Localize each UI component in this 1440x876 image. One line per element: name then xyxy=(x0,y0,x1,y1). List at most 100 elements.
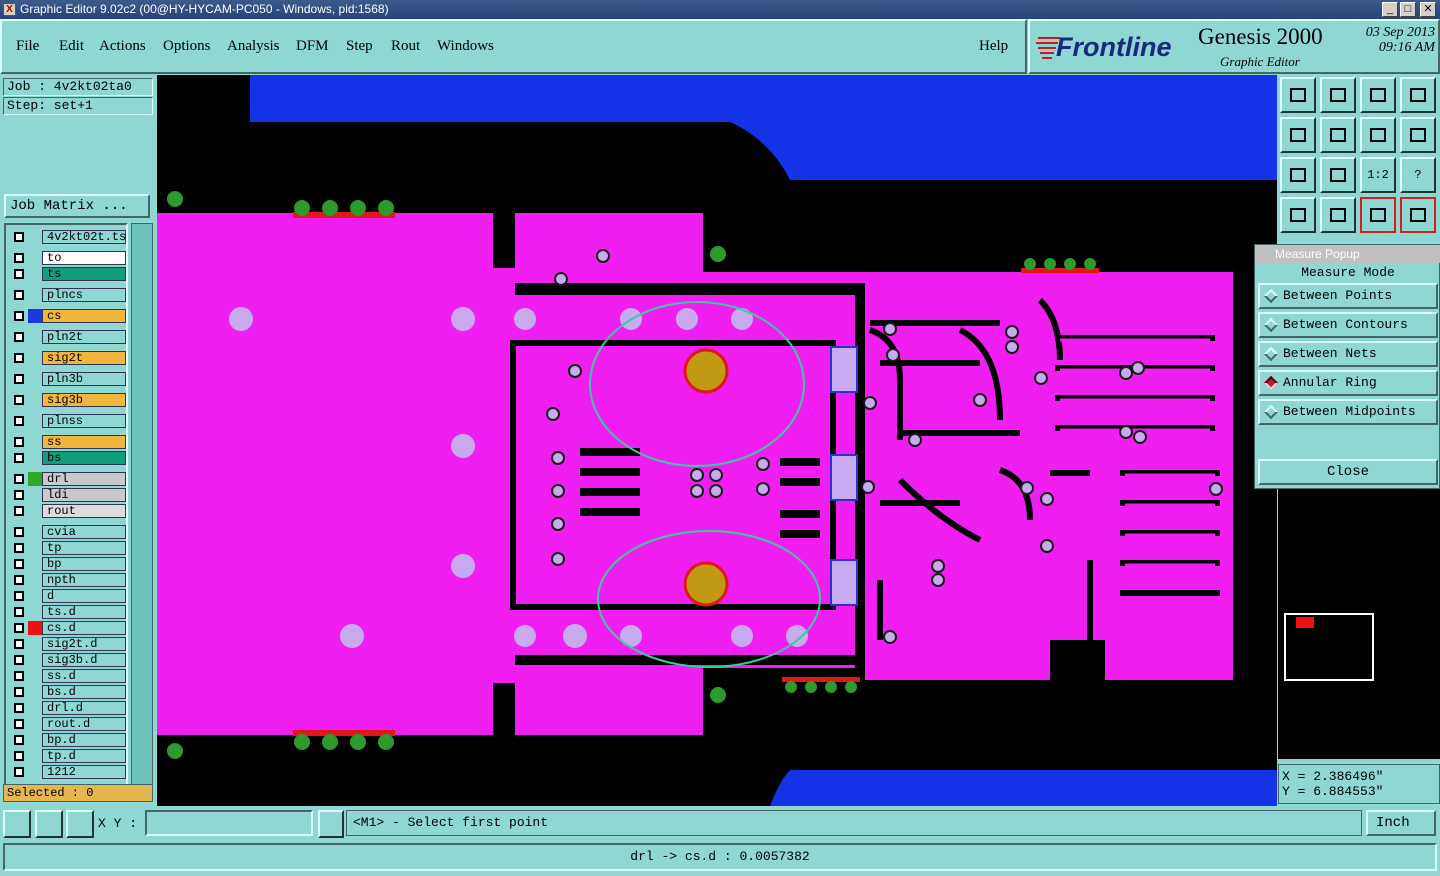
maximize-button[interactable]: □ xyxy=(1400,2,1416,17)
net-b-icon[interactable] xyxy=(1400,197,1436,233)
help-icon[interactable]: ? xyxy=(1400,157,1436,193)
layer-row[interactable]: bp.d xyxy=(9,733,127,747)
layer-row[interactable]: tp.d xyxy=(9,749,127,763)
pan-left-icon[interactable] xyxy=(1280,117,1316,153)
layer-checkbox[interactable] xyxy=(14,474,24,484)
layer-checkbox[interactable] xyxy=(14,703,24,713)
layer-checkbox[interactable] xyxy=(14,374,24,384)
menu-windows[interactable]: Windows xyxy=(437,38,494,55)
menu-file[interactable]: File xyxy=(16,38,39,55)
layer-row[interactable]: ts.d xyxy=(9,605,127,619)
menu-rout[interactable]: Rout xyxy=(391,38,420,55)
layer-checkbox[interactable] xyxy=(14,751,24,761)
layer-row[interactable]: plnss xyxy=(9,414,127,428)
snap-icon[interactable] xyxy=(1320,197,1356,233)
job-matrix-button[interactable]: Job Matrix ... xyxy=(4,194,150,218)
measure-option[interactable]: Between Contours xyxy=(1258,312,1438,338)
pan-right-icon[interactable] xyxy=(1320,117,1356,153)
layer-checkbox[interactable] xyxy=(14,269,24,279)
split-view-icon[interactable] xyxy=(1400,77,1436,113)
net-a-icon[interactable] xyxy=(1360,197,1396,233)
page-down-icon[interactable] xyxy=(1320,77,1356,113)
measure-option[interactable]: Annular Ring xyxy=(1258,370,1438,396)
layer-checkbox[interactable] xyxy=(14,437,24,447)
window-titlebar[interactable]: X Graphic Editor 9.02c2 (00@HY-HYCAM-PC0… xyxy=(0,0,1440,19)
menu-actions[interactable]: Actions xyxy=(99,38,146,55)
input-toggle-icon[interactable] xyxy=(318,810,344,838)
scale-icon[interactable]: 1:2 xyxy=(1360,157,1396,193)
layer-row[interactable]: d xyxy=(9,589,127,603)
layer-checkbox[interactable] xyxy=(14,655,24,665)
layer-checkbox[interactable] xyxy=(14,290,24,300)
unit-selector[interactable]: Inch xyxy=(1366,810,1436,836)
layer-checkbox[interactable] xyxy=(14,253,24,263)
layer-row[interactable]: drl xyxy=(9,472,127,486)
layer-checkbox[interactable] xyxy=(14,232,24,242)
layer-row[interactable]: cvia xyxy=(9,525,127,539)
layer-checkbox[interactable] xyxy=(14,575,24,585)
measure-popup-title[interactable]: Measure Popup xyxy=(1255,245,1440,263)
layer-row[interactable]: rout xyxy=(9,504,127,518)
layer-row[interactable]: 1212 xyxy=(9,765,127,779)
layer-row[interactable]: sig2t.d xyxy=(9,637,127,651)
mirror-icon[interactable] xyxy=(1360,117,1396,153)
layer-row[interactable]: ss xyxy=(9,435,127,449)
layer-row[interactable]: plncs xyxy=(9,288,127,302)
layer-row[interactable]: ldi xyxy=(9,488,127,502)
layer-row[interactable]: 4v2kt02t.ts xyxy=(9,230,127,244)
layer-row[interactable]: sig3b.d xyxy=(9,653,127,667)
menu-step[interactable]: Step xyxy=(346,38,373,55)
layer-checkbox[interactable] xyxy=(14,687,24,697)
layer-checkbox[interactable] xyxy=(14,671,24,681)
home-icon[interactable] xyxy=(1360,77,1396,113)
snap-mode-icon[interactable] xyxy=(3,810,31,838)
graphic-canvas[interactable] xyxy=(157,75,1277,806)
close-window-button[interactable]: ✕ xyxy=(1420,2,1436,17)
layer-row[interactable]: bs.d xyxy=(9,685,127,699)
layer-checkbox[interactable] xyxy=(14,639,24,649)
layer-row[interactable]: ts xyxy=(9,267,127,281)
layer-checkbox[interactable] xyxy=(14,607,24,617)
layer-row[interactable]: pln2t xyxy=(9,330,127,344)
layer-row[interactable]: drl.d xyxy=(9,701,127,715)
layer-checkbox[interactable] xyxy=(14,506,24,516)
tools-icon[interactable] xyxy=(1280,197,1316,233)
zoom-fit-icon[interactable] xyxy=(1280,157,1316,193)
layer-row[interactable]: bp xyxy=(9,557,127,571)
layer-row[interactable]: sig2t xyxy=(9,351,127,365)
layer-row[interactable]: pln3b xyxy=(9,372,127,386)
pcb-view[interactable] xyxy=(157,75,1277,806)
layer-checkbox[interactable] xyxy=(14,332,24,342)
layer-row[interactable]: npth xyxy=(9,573,127,587)
menu-dfm[interactable]: DFM xyxy=(296,38,329,55)
measure-option[interactable]: Between Points xyxy=(1258,283,1438,309)
layer-row[interactable]: rout.d xyxy=(9,717,127,731)
minimize-button[interactable]: _ xyxy=(1382,2,1398,17)
layer-row[interactable]: ss.d xyxy=(9,669,127,683)
layer-checkbox[interactable] xyxy=(14,591,24,601)
layer-checkbox[interactable] xyxy=(14,543,24,553)
layer-checkbox[interactable] xyxy=(14,453,24,463)
xy-input[interactable] xyxy=(145,810,313,836)
overview-map[interactable] xyxy=(1278,489,1440,759)
layer-row[interactable]: cs xyxy=(9,309,127,323)
zoom-center-icon[interactable] xyxy=(1320,157,1356,193)
menu-analysis[interactable]: Analysis xyxy=(227,38,280,55)
layer-row[interactable]: bs xyxy=(9,451,127,465)
layer-row[interactable]: sig3b xyxy=(9,393,127,407)
layer-checkbox[interactable] xyxy=(14,353,24,363)
menu-help[interactable]: Help xyxy=(979,38,1008,55)
layer-checkbox[interactable] xyxy=(14,490,24,500)
layer-checkbox[interactable] xyxy=(14,735,24,745)
grid-mode-icon[interactable] xyxy=(66,810,94,838)
layer-row[interactable]: tp xyxy=(9,541,127,555)
menu-edit[interactable]: Edit xyxy=(59,38,84,55)
layer-checkbox[interactable] xyxy=(14,527,24,537)
angle-mode-icon[interactable] xyxy=(35,810,63,838)
layer-checkbox[interactable] xyxy=(14,311,24,321)
layer-checkbox[interactable] xyxy=(14,767,24,777)
layer-list-scrollbar[interactable] xyxy=(131,223,153,793)
page-up-icon[interactable] xyxy=(1280,77,1316,113)
measure-option[interactable]: Between Midpoints xyxy=(1258,399,1438,425)
layer-checkbox[interactable] xyxy=(14,623,24,633)
